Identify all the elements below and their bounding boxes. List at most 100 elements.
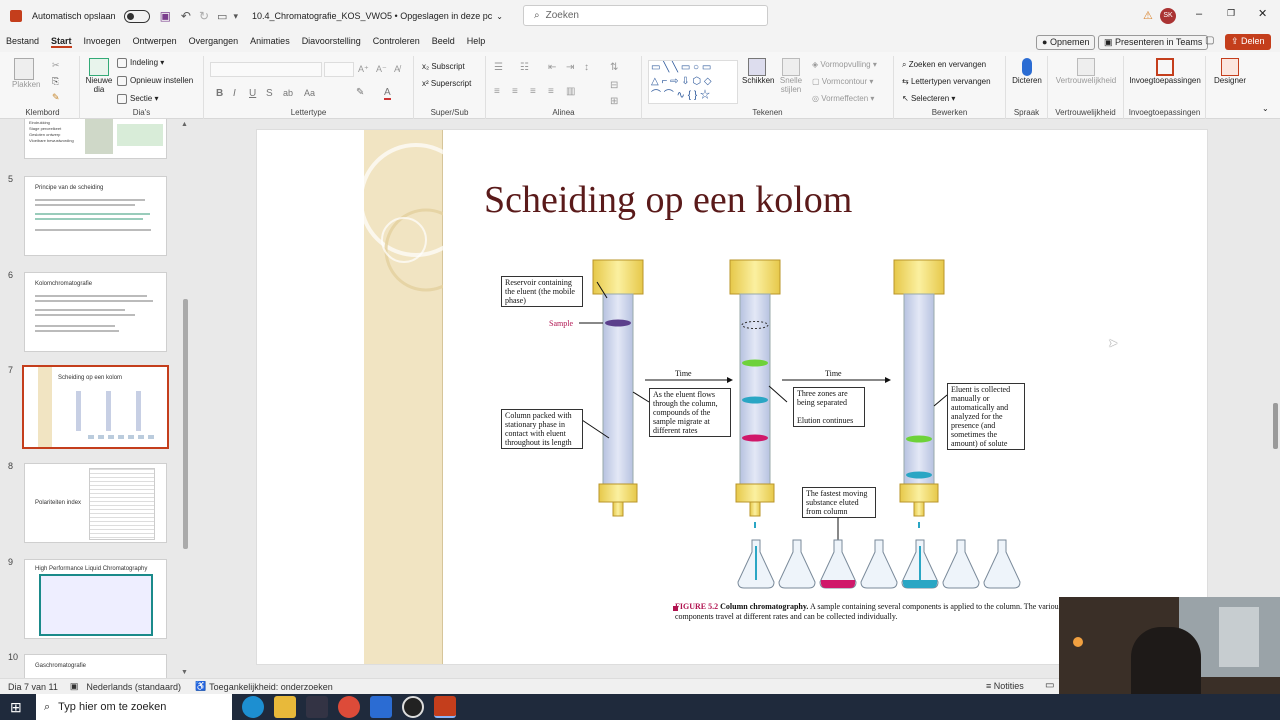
media-icon[interactable] <box>306 696 328 718</box>
smartart-icon[interactable]: ⊞ <box>610 96 618 107</box>
thumbnails-scrollbar[interactable] <box>183 299 188 549</box>
thumbnail-slide-7[interactable]: Scheiding op een kolom <box>22 365 169 449</box>
select-button[interactable]: ↖ Selecteren ▾ <box>902 94 955 103</box>
teams-button[interactable]: ▣ Presenteren in Teams <box>1098 35 1209 50</box>
language-status[interactable]: Nederlands (standaard) <box>86 682 181 692</box>
change-case-icon[interactable]: Aa <box>304 88 315 98</box>
scroll-up-icon[interactable]: ▲ <box>181 121 188 128</box>
autosave-toggle[interactable] <box>123 9 150 23</box>
tab-diavoorstelling[interactable]: Diavoorstelling <box>302 36 361 48</box>
ribbon-collapse-icon[interactable]: ⌄ <box>1262 104 1269 113</box>
warning-icon[interactable]: ⚠ <box>1143 9 1153 22</box>
save-icon[interactable]: ▣ <box>160 9 171 23</box>
redo-icon[interactable]: ↻ <box>199 9 209 23</box>
undo-icon[interactable]: ↶ <box>181 9 191 23</box>
align-text-icon[interactable]: ⊟ <box>610 80 618 91</box>
paste-button[interactable]: Plakken <box>12 58 40 89</box>
file-explorer-icon[interactable] <box>274 696 296 718</box>
italic-icon[interactable]: I <box>233 88 236 99</box>
thumbnail-slide-6[interactable]: Kolomchromatografie <box>24 272 167 352</box>
strikethrough-icon[interactable]: S <box>266 88 273 99</box>
tab-animaties[interactable]: Animaties <box>250 36 290 48</box>
slide-canvas[interactable]: Scheiding op een kolom Reservoir contain… <box>256 129 1208 665</box>
find-replace-button[interactable]: ⌕ Zoeken en vervangen <box>902 60 986 70</box>
increase-indent-icon[interactable]: ⇥ <box>566 62 574 73</box>
char-spacing-icon[interactable]: ab <box>283 88 293 98</box>
underline-icon[interactable]: U <box>249 88 256 99</box>
reset-button[interactable]: Opnieuw instellen <box>117 76 193 86</box>
font-color-icon[interactable]: A <box>384 87 391 100</box>
thumbnail-slide-10[interactable]: Gaschromatografie <box>24 654 167 678</box>
justify-icon[interactable]: ≡ <box>548 86 554 97</box>
present-icon[interactable]: ▭ <box>217 10 227 23</box>
document-title[interactable]: 10.4_Chromatografie_KOS_VWO5 • Opgeslage… <box>252 11 492 21</box>
decrease-font-icon[interactable]: A⁻ <box>376 64 387 75</box>
thumbnail-slide-9[interactable]: High Performance Liquid Chromatography <box>24 559 167 639</box>
cut-icon[interactable]: ✂ <box>52 60 60 71</box>
normal-view-icon[interactable]: ▭ <box>1045 680 1054 691</box>
accessibility-status[interactable]: Toegankelijkheid: onderzoeken <box>209 682 333 692</box>
quick-styles-button[interactable]: Snelle stijlen <box>776 58 806 94</box>
align-center-icon[interactable]: ≡ <box>512 86 518 97</box>
copy-icon[interactable]: ⎘ <box>52 76 59 87</box>
section-button[interactable]: Sectie ▾ <box>117 94 158 104</box>
tab-bestand[interactable]: Bestand <box>6 36 39 48</box>
record-button[interactable]: ● Opnemen <box>1036 35 1096 50</box>
layout-button[interactable]: Indeling ▾ <box>117 58 164 68</box>
designer-button[interactable]: Designer <box>1208 58 1252 85</box>
editor-scrollbar[interactable] <box>1273 403 1278 449</box>
taskbar-search[interactable]: ⌕ Typ hier om te zoeken <box>36 694 232 720</box>
subscript-button[interactable]: x₂ Subscript <box>422 62 465 71</box>
thumbnail-slide-8[interactable]: Polariteiten index <box>24 463 167 543</box>
shape-fill-button[interactable]: ◈ Vormopvulling ▾ <box>812 60 877 69</box>
minimize-icon[interactable]: – <box>1196 8 1202 20</box>
superscript-button[interactable]: x² Superscript <box>422 79 471 88</box>
scroll-down-icon[interactable]: ▼ <box>181 669 188 676</box>
spellcheck-icon[interactable]: ▣ <box>70 681 79 692</box>
avatar[interactable]: SK <box>1160 8 1176 24</box>
customize-qat-icon[interactable]: ▾ <box>233 11 238 22</box>
tab-controleren[interactable]: Controleren <box>373 36 420 48</box>
notes-button[interactable]: ≡ Notities <box>986 681 1024 691</box>
dictate-button[interactable]: Dicteren <box>1008 58 1046 85</box>
font-family-select[interactable] <box>210 62 322 77</box>
shapes-gallery[interactable]: ▭ ╲ ╲ ▭ ○ ▭ △ ⌐ ⇨ ⇩ ⬡ ◇ ⌒ ⌒ ∿ { } ☆ <box>648 60 738 104</box>
arrange-button[interactable]: Schikken <box>742 58 774 85</box>
new-slide-button[interactable]: Nieuwe dia <box>84 58 114 94</box>
restore-icon[interactable]: ❐ <box>1227 8 1235 19</box>
numbering-icon[interactable]: ☷ <box>520 62 529 73</box>
share-button[interactable]: ⇪ Delen <box>1225 34 1271 50</box>
align-left-icon[interactable]: ≡ <box>494 86 500 97</box>
columns-icon[interactable]: ▥ <box>566 86 575 97</box>
mail-icon[interactable] <box>370 696 392 718</box>
highlight-icon[interactable]: ✎ <box>356 87 364 98</box>
tab-ontwerpen[interactable]: Ontwerpen <box>133 36 177 48</box>
windows-start-icon[interactable]: ⊞ <box>10 699 30 716</box>
tab-start[interactable]: Start <box>51 36 72 48</box>
edge-icon[interactable] <box>242 696 264 718</box>
bold-icon[interactable]: B <box>216 88 223 99</box>
format-painter-icon[interactable]: ✎ <box>52 92 60 103</box>
sensitivity-button[interactable]: Vertrouwelijkheid <box>1050 58 1122 85</box>
close-icon[interactable]: ✕ <box>1258 7 1267 20</box>
replace-fonts-button[interactable]: ⇆ Lettertypen vervangen <box>902 77 991 86</box>
text-direction-icon[interactable]: ⇅ <box>610 62 618 73</box>
decrease-indent-icon[interactable]: ⇤ <box>548 62 556 73</box>
clear-format-icon[interactable]: A̸ <box>394 64 400 74</box>
obs-icon[interactable] <box>402 696 424 718</box>
tab-overgangen[interactable]: Overgangen <box>189 36 239 48</box>
line-spacing-icon[interactable]: ↕ <box>584 62 589 73</box>
chrome-icon[interactable] <box>338 696 360 718</box>
thumbnail-slide-4[interactable]: Eindrukking Stage perceelkeet Gesloten o… <box>24 119 167 159</box>
tab-help[interactable]: Help <box>467 36 486 48</box>
shape-outline-button[interactable]: ▢ Vormcontour ▾ <box>812 77 873 86</box>
tab-invoegen[interactable]: Invoegen <box>84 36 121 48</box>
addins-button[interactable]: Invoegtoepassingen <box>1126 58 1204 85</box>
comments-icon[interactable]: ▢ <box>1205 35 1214 46</box>
thumbnail-slide-5[interactable]: Principe van de scheiding <box>24 176 167 256</box>
tab-beeld[interactable]: Beeld <box>432 36 455 48</box>
align-right-icon[interactable]: ≡ <box>530 86 536 97</box>
bullets-icon[interactable]: ☰ <box>494 62 503 73</box>
shape-effects-button[interactable]: ◎ Vormeffecten ▾ <box>812 94 874 103</box>
font-size-select[interactable] <box>324 62 354 77</box>
